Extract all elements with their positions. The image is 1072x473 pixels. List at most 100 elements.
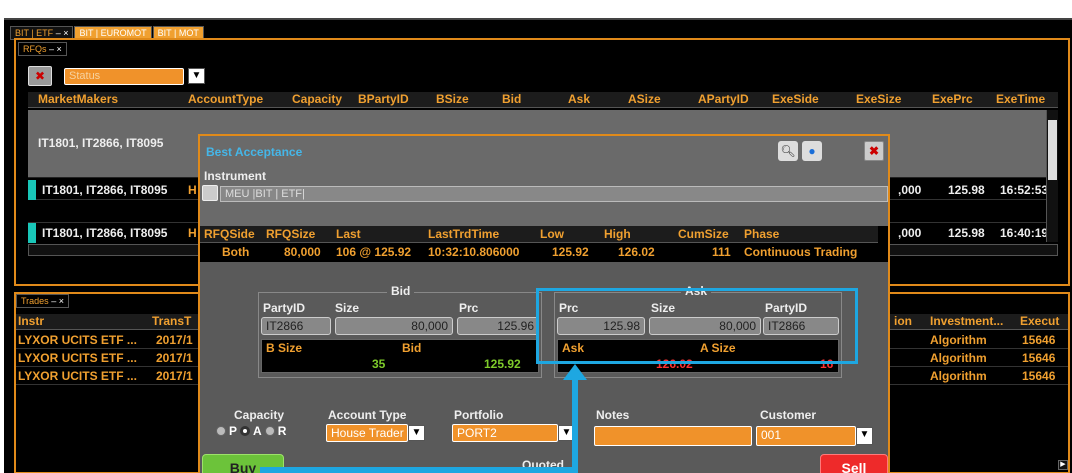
- col-asize[interactable]: ASize: [628, 92, 661, 106]
- col-execut[interactable]: Execut: [1020, 314, 1059, 328]
- bid-prc-label: Prc: [459, 301, 479, 315]
- radio-a-label: A: [253, 424, 262, 438]
- rfq-panel-controls[interactable]: – ×: [49, 44, 62, 54]
- info-values: Both 80,000 106 @ 125.92 10:32:10.806000…: [200, 244, 878, 261]
- hdr-lasttrdtime: LastTrdTime: [428, 227, 500, 241]
- row-marketmakers: IT1801, IT2866, IT8095: [38, 136, 164, 150]
- bsize-value: 35: [372, 357, 386, 371]
- globe-icon[interactable]: ●: [802, 141, 822, 161]
- col-instr[interactable]: Instr: [18, 314, 44, 328]
- row-transt: 2017/1: [156, 333, 193, 347]
- row-marker: [28, 180, 36, 200]
- hdr-rfqside: RFQSide: [204, 227, 255, 241]
- account-type-select[interactable]: House Trader: [326, 424, 408, 442]
- account-type-label: Account Type: [328, 408, 407, 422]
- search-icon[interactable]: 🔍︎: [778, 141, 798, 161]
- radio-r[interactable]: [264, 426, 275, 436]
- row-marker: [28, 223, 36, 243]
- bid-size-field[interactable]: 80,000: [335, 317, 453, 335]
- hdr-high: High: [604, 227, 631, 241]
- tab-controls[interactable]: – ×: [56, 28, 69, 38]
- capacity-radio-group: P A R: [216, 424, 286, 438]
- hdr-low: Low: [540, 227, 564, 241]
- val-high: 126.02: [618, 245, 655, 259]
- bid-size-label: Size: [335, 301, 360, 315]
- chevron-down-icon[interactable]: ▼: [188, 68, 205, 84]
- radio-a[interactable]: [240, 426, 251, 436]
- scroll-right-icon[interactable]: ▶: [1058, 460, 1068, 470]
- row-marketmakers: IT1801, IT2866, IT8095: [42, 183, 168, 197]
- bid-party-field[interactable]: IT2866: [261, 317, 331, 335]
- instrument-label: Instrument: [204, 169, 267, 183]
- trades-panel-tab[interactable]: Trades – ×: [16, 294, 69, 308]
- val-lasttrdtime: 10:32:10.806000: [428, 245, 520, 259]
- annotation-arrow-shaft: [572, 378, 578, 473]
- close-icon[interactable]: ✖: [864, 141, 884, 161]
- val-cumsize: 111: [712, 245, 731, 259]
- val-low: 125.92: [552, 245, 589, 259]
- val-phase: Continuous Trading: [744, 245, 858, 259]
- rfq-panel-title: RFQs: [23, 44, 47, 54]
- rfq-table-header: MarketMakers AccountType Capacity BParty…: [28, 92, 1058, 108]
- instrument-field[interactable]: MEU |BIT | ETF|: [220, 186, 888, 202]
- bid-party-label: PartyID: [263, 301, 306, 315]
- tab-label: BIT | ETF: [15, 28, 54, 38]
- radio-p[interactable]: [216, 426, 226, 436]
- col-apartyid[interactable]: APartyID: [698, 92, 749, 106]
- col-exeprc[interactable]: ExePrc: [932, 92, 973, 106]
- hdr-last: Last: [336, 227, 361, 241]
- radio-r-label: R: [277, 424, 287, 438]
- col-transt[interactable]: TransT: [152, 314, 191, 328]
- clear-filter-icon[interactable]: ✖: [28, 66, 52, 86]
- instrument-section: Instrument MEU |BIT | ETF|: [200, 166, 888, 226]
- dialog-titlebar: Best Acceptance 🔍︎ ● ✖: [200, 136, 888, 166]
- col-bid[interactable]: Bid: [502, 92, 521, 106]
- col-marketmakers[interactable]: MarketMakers: [38, 92, 118, 106]
- notes-input[interactable]: [594, 426, 752, 446]
- col-exeside[interactable]: ExeSide: [772, 92, 819, 106]
- chevron-down-icon[interactable]: ▼: [856, 427, 873, 445]
- col-bsize[interactable]: BSize: [436, 92, 469, 106]
- val-last: 106 @ 125.92: [336, 245, 412, 259]
- trades-panel-controls[interactable]: – ×: [51, 296, 64, 306]
- customer-label: Customer: [760, 408, 817, 422]
- vertical-scrollbar[interactable]: [1046, 110, 1058, 242]
- col-accounttype[interactable]: AccountType: [188, 92, 263, 106]
- annotation-highlight-box: [536, 288, 858, 364]
- row-exeprc: 125.98: [948, 183, 985, 197]
- hdr-rfqsize: RFQSize: [266, 227, 316, 241]
- instrument-checkbox[interactable]: [202, 185, 218, 201]
- col-exesize[interactable]: ExeSize: [856, 92, 901, 106]
- sell-button[interactable]: Sell: [820, 454, 888, 473]
- row-instr: LYXOR UCITS ETF ...: [18, 333, 137, 347]
- val-rfqside: Both: [222, 245, 250, 259]
- col-ion[interactable]: ion: [894, 314, 912, 328]
- status-filter[interactable]: Status: [64, 68, 184, 85]
- radio-p-label: P: [229, 424, 238, 438]
- portfolio-select[interactable]: PORT2: [452, 424, 558, 442]
- col-ask[interactable]: Ask: [568, 92, 590, 106]
- row-exetime: 16:40:19: [1000, 226, 1049, 240]
- row-exesize: ,000: [898, 183, 922, 197]
- bid-label: Bid: [402, 341, 422, 355]
- row-exetime: 16:52:53: [1000, 183, 1049, 197]
- row-transt: 2017/1: [156, 369, 193, 383]
- row-transt: 2017/1: [156, 351, 193, 365]
- customer-select[interactable]: 001: [756, 426, 856, 446]
- hdr-cumsize: CumSize: [678, 227, 729, 241]
- col-capacity[interactable]: Capacity: [292, 92, 342, 106]
- col-bpartyid[interactable]: BPartyID: [358, 92, 409, 106]
- col-investment[interactable]: Investment...: [930, 314, 1003, 328]
- capacity-label: Capacity: [234, 408, 285, 422]
- row-accounttype: H: [188, 183, 197, 197]
- row-execut: 15646: [1022, 351, 1056, 365]
- chevron-down-icon[interactable]: ▼: [408, 425, 425, 441]
- bid-prc-field[interactable]: 125.96: [457, 317, 539, 335]
- annotation-arrow-base: [260, 467, 578, 473]
- bid-group: Bid PartyID Size Prc IT2866 80,000 125.9…: [258, 284, 542, 378]
- rfq-panel-tab[interactable]: RFQs – ×: [18, 42, 67, 56]
- row-marketmakers: IT1801, IT2866, IT8095: [42, 226, 168, 240]
- row-investment: Algorithm: [930, 333, 987, 347]
- col-exetime[interactable]: ExeTime: [996, 92, 1045, 106]
- scrollbar-thumb[interactable]: [1048, 120, 1057, 180]
